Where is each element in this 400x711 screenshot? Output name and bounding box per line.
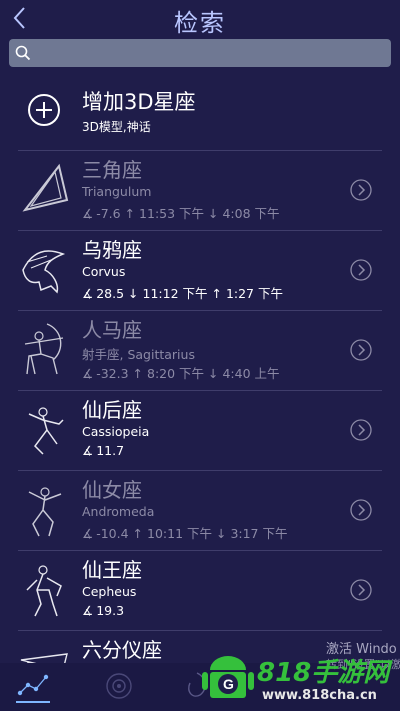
constellation-info: ∡ -7.6 ↑ 11:53 下午 ↓ 4:08 下午 bbox=[82, 203, 280, 222]
set-arrow-icon: ↓ bbox=[208, 366, 223, 381]
divider bbox=[18, 470, 382, 471]
list-item-sagittarius[interactable]: 人马座 射手座, Sagittarius ∡ -32.3 ↑ 8:20 下午 ↓ … bbox=[0, 310, 400, 390]
constellation-latin-name: 射手座, Sagittarius bbox=[82, 347, 195, 362]
chevron-right-circle-icon[interactable] bbox=[350, 499, 372, 521]
orbit-icon bbox=[106, 673, 132, 699]
active-tab-indicator bbox=[16, 701, 50, 703]
constellation-name: 乌鸦座 bbox=[82, 238, 142, 262]
altitude-value: 28.5 bbox=[96, 286, 125, 301]
constellation-info: ∡ 19.3 bbox=[82, 603, 124, 618]
rise-arrow-icon: ↑ bbox=[124, 206, 140, 221]
constellation-info: ∡ 28.5 ↓ 11:12 下午 ↑ 1:27 下午 bbox=[82, 283, 283, 302]
add-3d-constellation-item[interactable]: 增加3D星座 3D模型,神话 bbox=[0, 78, 400, 150]
king-constellation-icon bbox=[26, 565, 62, 617]
constellation-list: 三角座 Triangulum ∡ -7.6 ↑ 11:53 下午 ↓ 4:08 下… bbox=[0, 150, 400, 690]
archer-constellation-icon bbox=[24, 323, 64, 375]
add-item-title: 增加3D星座 bbox=[82, 90, 196, 114]
chevron-right-circle-icon[interactable] bbox=[350, 259, 372, 281]
set-time: 4:40 上午 bbox=[222, 366, 280, 381]
altitude-icon: ∡ bbox=[82, 526, 94, 541]
altitude-icon: ∡ bbox=[82, 603, 94, 618]
constellation-info: ∡ 11.7 bbox=[82, 443, 124, 458]
add-item-subtitle: 3D模型,神话 bbox=[82, 120, 151, 134]
list-item-corvus[interactable]: 乌鸦座 Corvus ∡ 28.5 ↓ 11:12 下午 ↑ 1:27 下午 bbox=[0, 230, 400, 310]
triangle-constellation-icon bbox=[22, 163, 69, 212]
tab-solar-system[interactable] bbox=[104, 671, 134, 701]
constellation-name: 人马座 bbox=[82, 318, 142, 342]
search-icon bbox=[15, 45, 31, 61]
constellation-latin-name: Cepheus bbox=[82, 584, 137, 599]
divider bbox=[18, 310, 382, 311]
divider bbox=[18, 230, 382, 231]
constellation-info: ∡ -10.4 ↑ 10:11 下午 ↓ 3:17 下午 bbox=[82, 523, 287, 542]
set-time: 4:08 下午 bbox=[222, 206, 280, 221]
altitude-value: 19.3 bbox=[96, 603, 125, 618]
queen-constellation-icon bbox=[28, 407, 64, 455]
constellation-name: 仙后座 bbox=[82, 398, 142, 422]
divider bbox=[18, 390, 382, 391]
altitude-icon: ∡ bbox=[82, 366, 94, 381]
rise-time: 1:27 下午 bbox=[225, 286, 283, 301]
constellation-stars-icon bbox=[17, 674, 49, 696]
constellation-info: ∡ -32.3 ↑ 8:20 下午 ↓ 4:40 上午 bbox=[82, 363, 280, 382]
rise-time: 8:20 下午 bbox=[147, 366, 205, 381]
divider bbox=[18, 150, 382, 151]
altitude-icon: ∡ bbox=[82, 443, 94, 458]
chevron-right-circle-icon[interactable] bbox=[350, 339, 372, 361]
divider bbox=[18, 630, 382, 631]
constellation-latin-name: Corvus bbox=[82, 264, 126, 279]
divider bbox=[18, 550, 382, 551]
set-time: 3:17 下午 bbox=[230, 526, 288, 541]
constellation-name: 仙王座 bbox=[82, 558, 142, 582]
list-item-cassiopeia[interactable]: 仙后座 Cassiopeia ∡ 11.7 bbox=[0, 390, 400, 470]
constellation-name: 仙女座 bbox=[82, 478, 142, 502]
altitude-icon: ∡ bbox=[82, 286, 94, 301]
set-arrow-icon: ↓ bbox=[215, 526, 231, 541]
rise-time: 11:53 下午 bbox=[139, 206, 205, 221]
chevron-right-circle-icon[interactable] bbox=[350, 419, 372, 441]
rise-arrow-icon: ↑ bbox=[132, 526, 147, 541]
set-arrow-icon: ↓ bbox=[208, 206, 223, 221]
rise-arrow-icon: ↑ bbox=[211, 286, 226, 301]
rise-arrow-icon: ↑ bbox=[132, 366, 147, 381]
header: 检索 bbox=[0, 0, 400, 38]
constellation-name: 三角座 bbox=[82, 158, 142, 182]
altitude-icon: ∡ bbox=[82, 206, 94, 221]
android-logo-icon: G bbox=[202, 656, 254, 698]
list-item-cepheus[interactable]: 仙王座 Cepheus ∡ 19.3 bbox=[0, 550, 400, 630]
rise-time: 10:11 下午 bbox=[147, 526, 212, 541]
altitude-value: -10.4 bbox=[96, 526, 129, 541]
chevron-right-circle-icon[interactable] bbox=[350, 579, 372, 601]
svg-text:G: G bbox=[223, 676, 234, 692]
constellation-latin-name: Andromeda bbox=[82, 504, 155, 519]
tab-constellations[interactable] bbox=[16, 671, 50, 703]
search-input[interactable] bbox=[37, 39, 377, 67]
constellation-latin-name: Triangulum bbox=[82, 184, 152, 199]
princess-constellation-icon bbox=[28, 487, 62, 537]
site-logo-text: 818手游网 bbox=[257, 658, 390, 688]
set-arrow-icon: ↓ bbox=[128, 286, 143, 301]
crow-constellation-icon bbox=[22, 250, 66, 294]
constellation-latin-name: Cassiopeia bbox=[82, 424, 150, 439]
site-logo-overlay: G 818手游网 www.818cha.cn bbox=[202, 648, 400, 711]
list-item-triangulum[interactable]: 三角座 Triangulum ∡ -7.6 ↑ 11:53 下午 ↓ 4:08 下… bbox=[0, 150, 400, 230]
altitude-value: -32.3 bbox=[96, 366, 129, 381]
page-title: 检索 bbox=[174, 9, 226, 37]
altitude-value: 11.7 bbox=[96, 443, 125, 458]
set-time: 11:12 下午 bbox=[142, 286, 208, 301]
constellation-name: 六分仪座 bbox=[82, 638, 162, 662]
list-item-andromeda[interactable]: 仙女座 Andromeda ∡ -10.4 ↑ 10:11 下午 ↓ 3:17 下… bbox=[0, 470, 400, 550]
altitude-value: -7.6 bbox=[96, 206, 121, 221]
search-bar[interactable] bbox=[9, 39, 391, 67]
site-logo-url: www.818cha.cn bbox=[262, 688, 377, 703]
plus-circle-icon bbox=[28, 94, 60, 126]
chevron-right-circle-icon[interactable] bbox=[350, 179, 372, 201]
